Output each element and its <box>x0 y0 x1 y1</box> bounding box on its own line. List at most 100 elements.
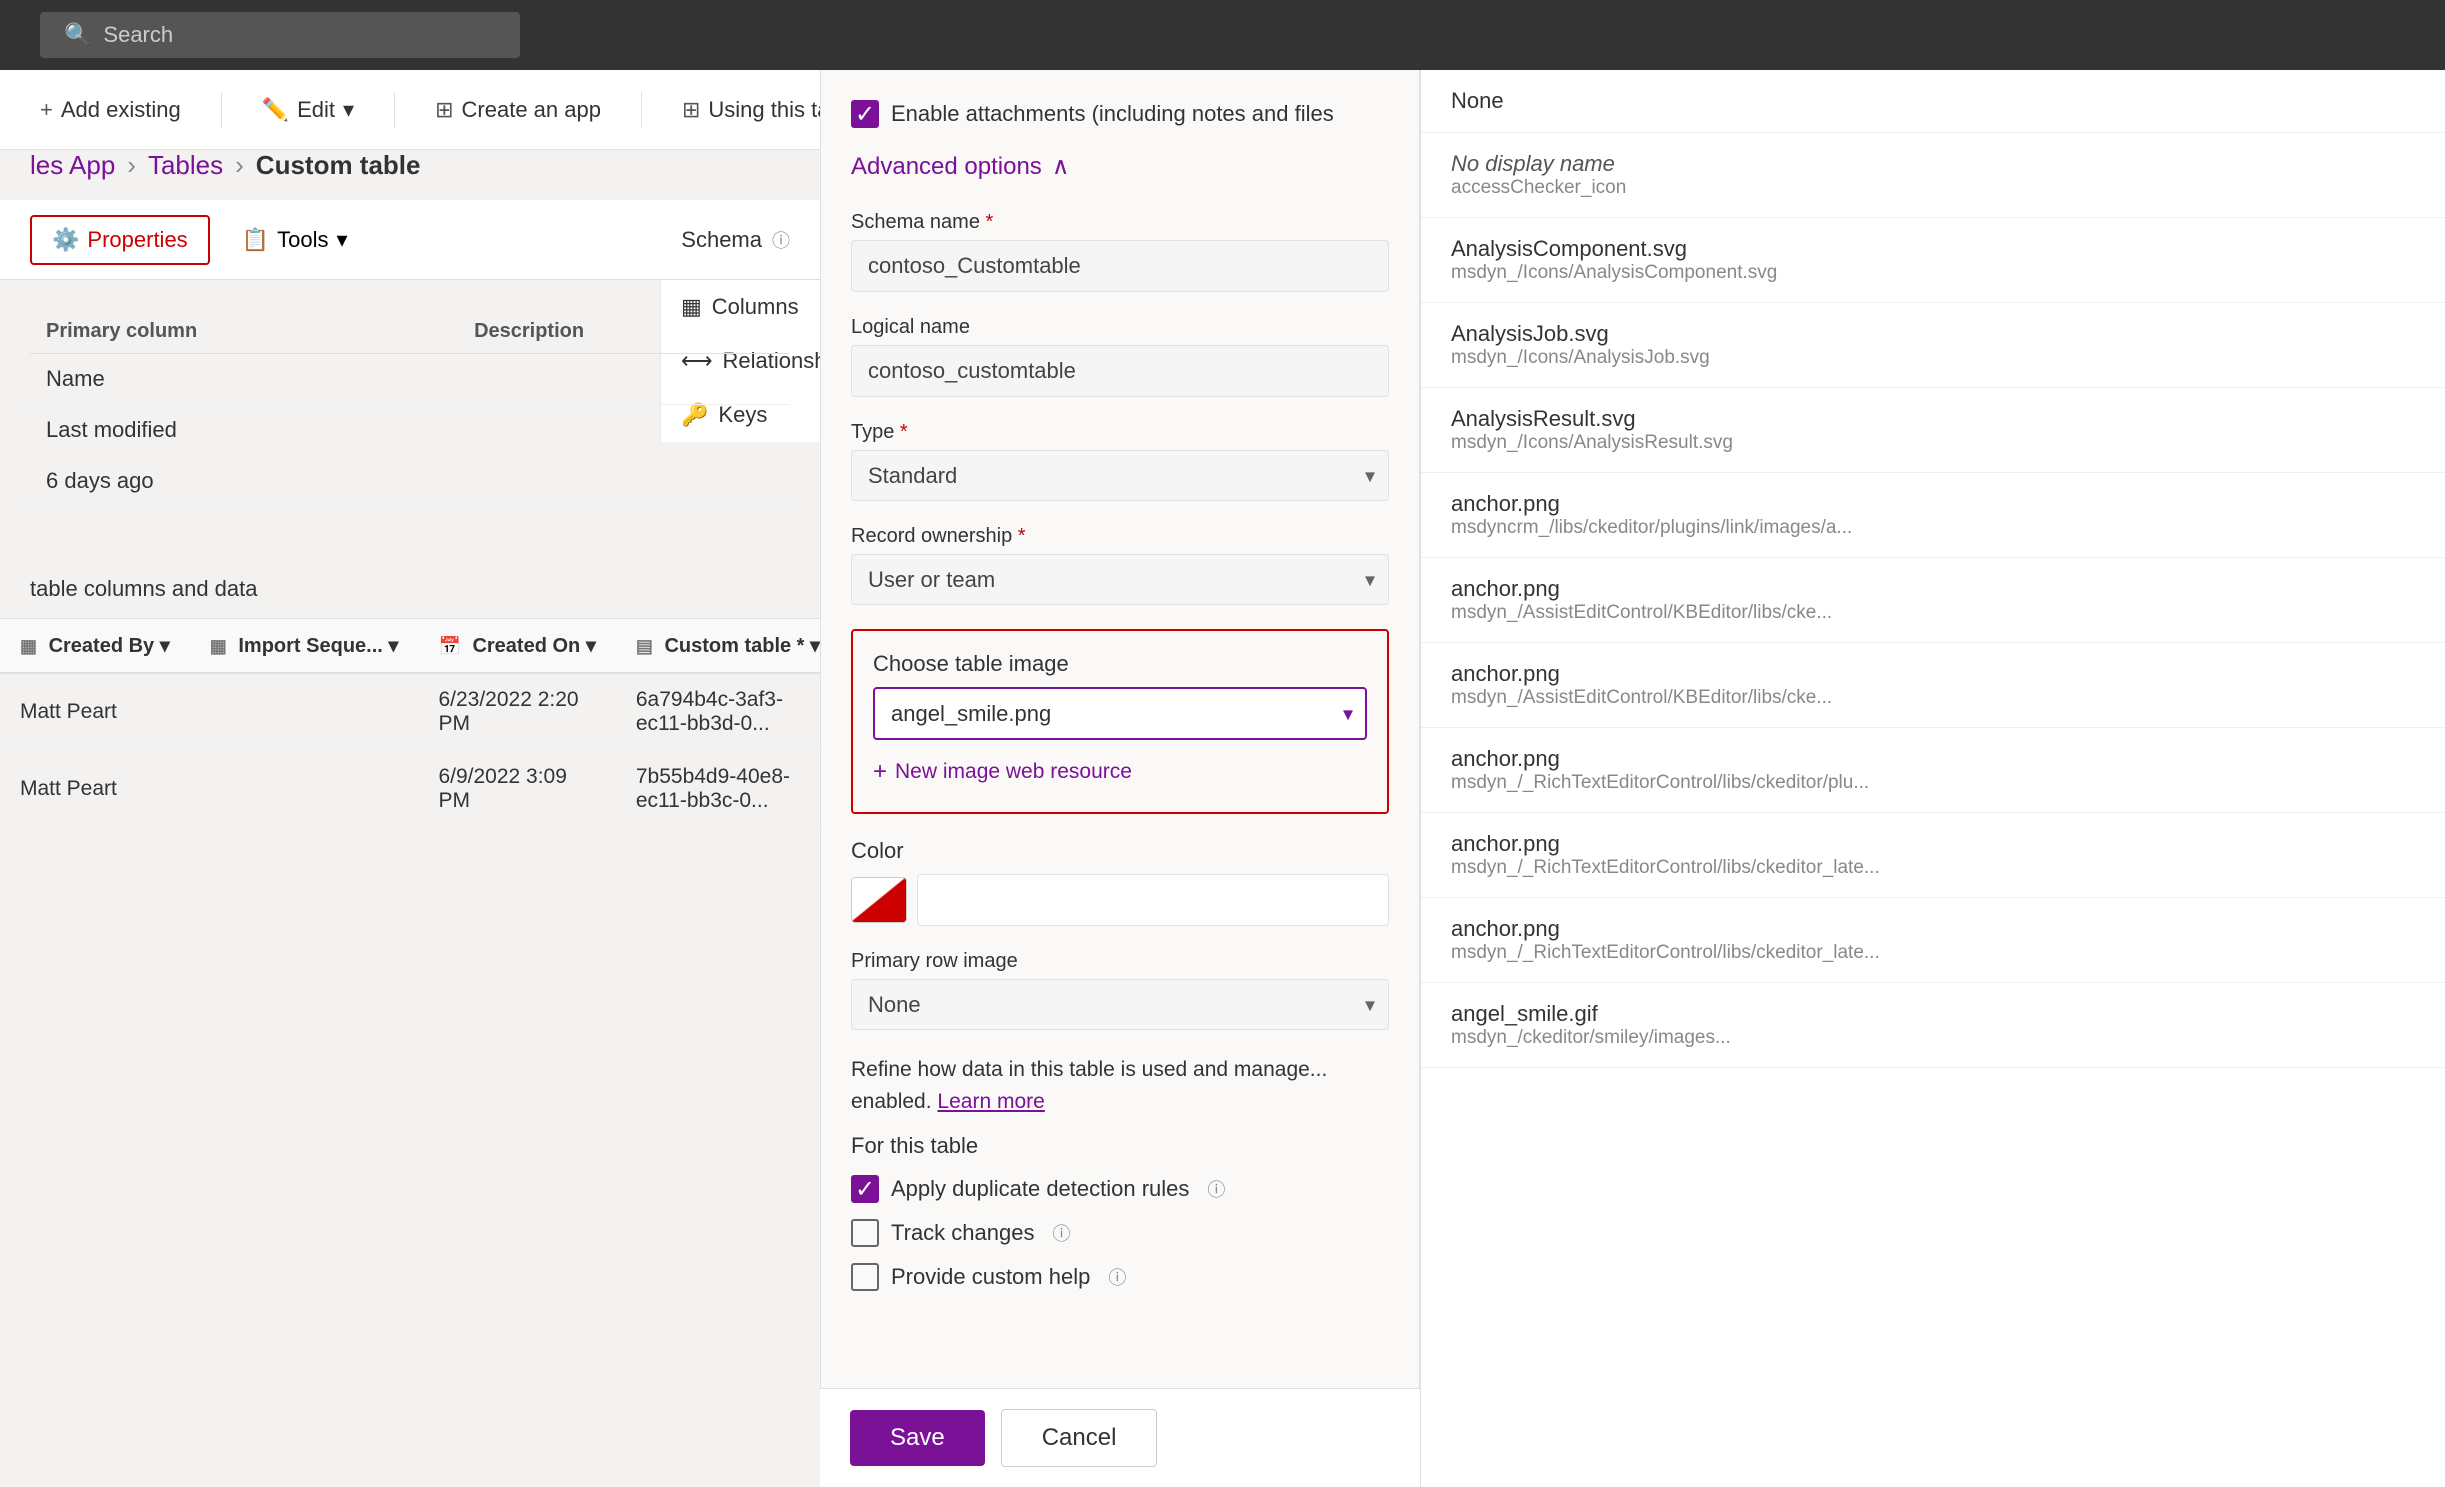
schema-info-icon: ⓘ <box>772 227 790 253</box>
schema-label: Schema <box>681 227 762 253</box>
dropdown-item-analysis-job[interactable]: AnalysisJob.svg msdyn_/Icons/AnalysisJob… <box>1421 303 2445 388</box>
duplicate-info-icon[interactable]: ⓘ <box>1207 1176 1225 1202</box>
properties-section: Primary column Description Name Last mod… <box>0 280 820 537</box>
dropdown-item-no-display[interactable]: No display name accessChecker_icon <box>1421 133 2445 218</box>
track-changes-checkbox[interactable] <box>851 1219 879 1247</box>
col-created-by[interactable]: ▦ Created By ▾ <box>0 619 190 673</box>
created-by-2: Matt Peart <box>0 751 190 828</box>
apply-duplicate-label: Apply duplicate detection rules <box>891 1176 1189 1202</box>
custom-help-checkbox[interactable] <box>851 1263 879 1291</box>
new-image-resource-button[interactable]: + New image web resource <box>873 752 1367 792</box>
dropdown-item-anchor-1[interactable]: anchor.png msdyncrm_/libs/ckeditor/plugi… <box>1421 473 2445 558</box>
breadcrumb-tables[interactable]: Tables <box>148 150 223 181</box>
custom-help-label: Provide custom help <box>891 1264 1090 1290</box>
tools-icon: 📋 <box>242 227 269 253</box>
edit-chevron: ▾ <box>343 97 354 123</box>
dropdown-item-analysis-result[interactable]: AnalysisResult.svg msdyn_/Icons/Analysis… <box>1421 388 2445 473</box>
color-section: Color <box>851 838 1389 926</box>
table-row: Last modified <box>30 405 790 456</box>
tools-chevron: ▾ <box>336 227 347 253</box>
dropdown-panel: None No display name accessChecker_icon … <box>1420 70 2445 1487</box>
created-by-1: Matt Peart <box>0 673 190 751</box>
table-row: Matt Peart 6/23/2022 2:20 PM 6a794b4c-3a… <box>0 673 840 751</box>
learn-more-link[interactable]: Learn more <box>937 1090 1044 1113</box>
logical-name-label: Logical name <box>851 316 1389 339</box>
table-row: Name <box>30 354 790 405</box>
custom-help-info-icon[interactable]: ⓘ <box>1108 1264 1126 1290</box>
type-select-wrapper: Standard ▾ <box>851 450 1389 501</box>
breadcrumb-app[interactable]: les App <box>30 150 115 181</box>
image-select-wrapper: angel_smile.png ▾ <box>873 687 1367 740</box>
record-ownership-wrapper: User or team ▾ <box>851 554 1389 605</box>
search-icon: 🔍 <box>64 22 91 48</box>
dropdown-item-anchor-3[interactable]: anchor.png msdyn_/AssistEditControl/KBEd… <box>1421 643 2445 728</box>
image-select[interactable]: angel_smile.png <box>873 687 1367 740</box>
import-seq-1 <box>190 673 419 751</box>
enable-attachments-row: ✓ Enable attachments (including notes an… <box>851 100 1389 128</box>
divider2 <box>394 92 395 128</box>
advanced-options-label: Advanced options <box>851 153 1042 181</box>
choose-image-section: Choose table image angel_smile.png ▾ + N… <box>851 629 1389 814</box>
dropdown-item-anchor-2[interactable]: anchor.png msdyn_/AssistEditControl/KBEd… <box>1421 558 2445 643</box>
custom-table-2: 7b55b4d9-40e8-ec11-bb3c-0... <box>616 751 840 828</box>
dropdown-item-analysis-component[interactable]: AnalysisComponent.svg msdyn_/Icons/Analy… <box>1421 218 2445 303</box>
edit-icon: ✏️ <box>262 97 289 123</box>
color-swatch[interactable] <box>851 877 907 923</box>
breadcrumb-sep2: › <box>235 150 244 181</box>
primary-row-image-select[interactable]: None <box>851 979 1389 1030</box>
chevron-up-icon: ∧ <box>1052 152 1070 181</box>
enable-attachments-label: Enable attachments (including notes and … <box>891 101 1334 127</box>
record-ownership-select[interactable]: User or team <box>851 554 1389 605</box>
table-row: Matt Peart 6/9/2022 3:09 PM 7b55b4d9-40e… <box>0 751 840 828</box>
schema-name-input[interactable] <box>851 240 1389 292</box>
table-icon: ⊞ <box>682 97 700 123</box>
modified-time: 6 days ago <box>30 456 458 507</box>
import-seq-2 <box>190 751 419 828</box>
dropdown-item-anchor-6[interactable]: anchor.png msdyn_/_RichTextEditorControl… <box>1421 898 2445 983</box>
type-select[interactable]: Standard <box>851 450 1389 501</box>
apply-duplicate-checkbox[interactable]: ✓ <box>851 1175 879 1203</box>
dropdown-item-angel-smile-gif[interactable]: angel_smile.gif msdyn_/ckeditor/smiley/i… <box>1421 983 2445 1068</box>
data-table: ▦ Created By ▾ ▦ Import Seque... ▾ 📅 Cre… <box>0 619 840 828</box>
choose-image-label: Choose table image <box>873 651 1367 677</box>
save-button[interactable]: Save <box>850 1410 985 1466</box>
type-group: Type * Standard ▾ <box>851 421 1389 501</box>
primary-col-value: Name <box>30 354 458 405</box>
schema-name-label: Schema name * <box>851 211 1389 234</box>
custom-help-row: Provide custom help ⓘ <box>851 1263 1389 1291</box>
col-import-seq[interactable]: ▦ Import Seque... ▾ <box>190 619 419 673</box>
record-ownership-group: Record ownership * User or team ▾ <box>851 525 1389 605</box>
enable-attachments-checkbox[interactable]: ✓ <box>851 100 879 128</box>
cancel-button[interactable]: Cancel <box>1001 1409 1158 1467</box>
color-label: Color <box>851 838 1389 864</box>
panel-footer: Save Cancel <box>820 1388 1420 1487</box>
create-app-button[interactable]: ⊞ Create an app <box>425 91 611 129</box>
logical-name-group: Logical name <box>851 316 1389 397</box>
edit-button[interactable]: ✏️ Edit ▾ <box>252 91 364 129</box>
data-section: table columns and data ▦ Created By ▾ ▦ … <box>0 560 820 828</box>
dropdown-item-anchor-4[interactable]: anchor.png msdyn_/_RichTextEditorControl… <box>1421 728 2445 813</box>
breadcrumb-current: Custom table <box>256 150 421 181</box>
add-existing-button[interactable]: + Add existing <box>30 91 191 129</box>
advanced-options-toggle[interactable]: Advanced options ∧ <box>851 152 1389 181</box>
breadcrumb: les App › Tables › Custom table <box>30 150 420 181</box>
tab-tools[interactable]: 📋 Tools ▾ <box>220 215 370 265</box>
breadcrumb-sep1: › <box>127 150 136 181</box>
dropdown-item-none[interactable]: None <box>1421 70 2445 133</box>
col-custom-table[interactable]: ▤ Custom table * ▾ <box>616 619 840 673</box>
color-input[interactable] <box>917 874 1389 926</box>
col-primary: Primary column <box>30 310 458 354</box>
top-bar: 🔍 Search <box>0 0 2445 70</box>
track-changes-label: Track changes <box>891 1220 1034 1246</box>
for-this-table-label: For this table <box>851 1133 1389 1159</box>
created-on-1: 6/23/2022 2:20 PM <box>418 673 615 751</box>
refine-text: Refine how data in this table is used an… <box>851 1054 1389 1117</box>
properties-icon: ⚙️ <box>52 227 79 253</box>
col-created-on[interactable]: 📅 Created On ▾ <box>418 619 615 673</box>
logical-name-input[interactable] <box>851 345 1389 397</box>
track-changes-info-icon[interactable]: ⓘ <box>1052 1220 1070 1246</box>
tab-properties[interactable]: ⚙️ Properties <box>30 215 210 265</box>
dropdown-item-anchor-5[interactable]: anchor.png msdyn_/_RichTextEditorControl… <box>1421 813 2445 898</box>
type-label: Type * <box>851 421 1389 444</box>
search-box[interactable]: 🔍 Search <box>40 12 520 58</box>
